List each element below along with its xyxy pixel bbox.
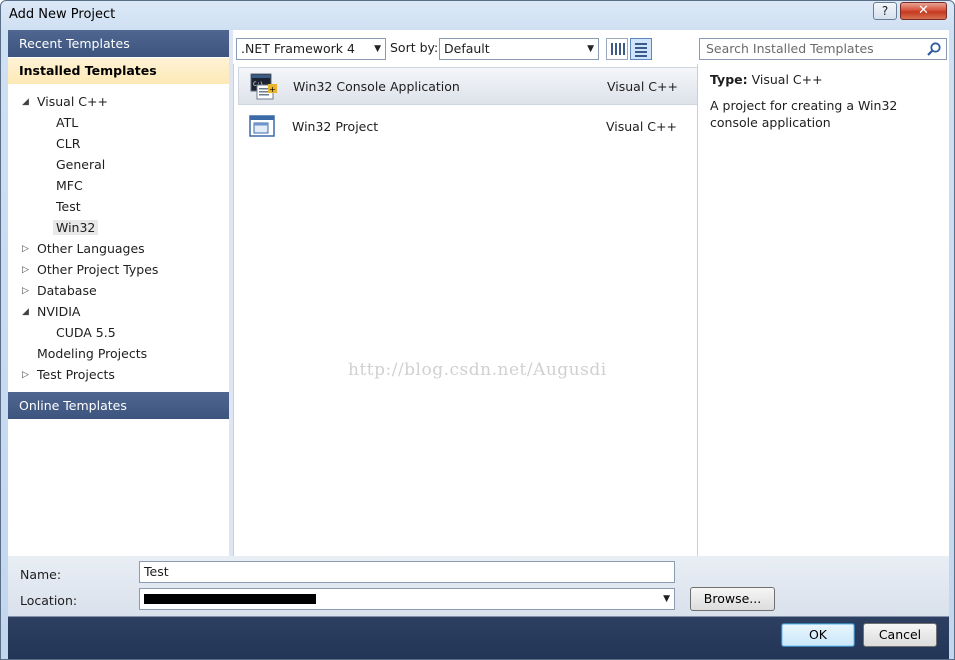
type-value: Visual C++ [751,72,823,87]
template-language: Visual C++ [607,79,678,94]
tree-item-label: CUDA 5.5 [56,325,116,340]
collapsed-arrow-icon[interactable]: ▷ [22,244,32,254]
ok-button[interactable]: OK [781,623,855,647]
location-label: Location: [20,593,78,608]
redacted-path [144,594,316,604]
tree-item-clr[interactable]: CLR [56,134,80,154]
template-win32-console[interactable]: C:\ + Win32 Console Application Visual C… [238,67,699,105]
online-templates-header[interactable]: Online Templates [8,392,229,419]
watermark: http://blog.csdn.net/Augusdi [348,360,607,380]
template-description-pane: Type: Visual C++ A project for creating … [697,64,949,556]
template-description: A project for creating a Win32 console a… [710,98,898,130]
collapsed-arrow-icon[interactable]: ▷ [22,265,32,275]
collapsed-arrow-icon[interactable]: ▷ [22,370,32,380]
tree-item-cuda[interactable]: CUDA 5.5 [56,323,116,343]
type-label: Type: [710,72,748,87]
help-button[interactable]: ? [873,2,897,20]
tree-item-nvidia[interactable]: ◢ NVIDIA [22,302,80,322]
tree-item-label: NVIDIA [37,304,81,319]
tree-item-modeling-projects[interactable]: Modeling Projects [37,344,147,364]
tree-item-label: MFC [56,178,83,193]
expanded-arrow-icon[interactable]: ◢ [22,97,32,107]
sort-by-label: Sort by: [390,40,439,55]
window-title: Add New Project [9,7,116,22]
tree-item-general[interactable]: General [56,155,105,175]
location-combo[interactable]: ▼ [139,588,675,610]
title-bar: Add New Project ? ✕ [1,1,954,29]
tree-item-win32[interactable]: Win32 [53,218,99,238]
small-icons-view-button[interactable] [606,38,628,60]
add-new-project-dialog: Add New Project ? ✕ Recent Templates Ins… [0,0,955,660]
browse-button[interactable]: Browse... [690,587,775,611]
tree-item-mfc[interactable]: MFC [56,176,83,196]
template-name: Win32 Project [292,119,379,134]
tree-item-other-project-types[interactable]: ▷ Other Project Types [22,260,158,280]
list-view-icon [635,43,647,45]
grid-view-icon [611,43,613,55]
tree-item-label: Other Project Types [37,262,159,277]
template-win32-project[interactable]: Win32 Project Visual C++ [238,108,699,146]
template-list: C:\ + Win32 Console Application Visual C… [233,64,699,556]
console-app-icon: C:\ + [250,73,277,100]
details-view-button[interactable] [630,38,652,60]
chevron-down-icon[interactable]: ▼ [663,589,670,609]
win32-project-icon [249,115,275,137]
tree-item-database[interactable]: ▷ Database [22,281,97,301]
framework-dropdown[interactable]: .NET Framework 4 ▼ [236,38,386,60]
search-placeholder: Search Installed Templates [706,41,874,56]
tree-item-label: Modeling Projects [37,346,148,361]
recent-templates-header[interactable]: Recent Templates [8,30,229,57]
sort-value: Default [444,41,490,56]
tree-item-label: Other Languages [37,241,145,256]
tree-item-label: Test Projects [37,367,115,382]
search-icon[interactable] [926,41,942,57]
name-input[interactable]: Test [139,561,675,583]
tree-item-label: Visual C++ [37,94,108,109]
tree-item-label: Test [56,199,81,214]
template-type: Type: Visual C++ [710,72,937,87]
collapsed-arrow-icon[interactable]: ▷ [22,286,32,296]
tree-item-label: Database [37,283,97,298]
close-button[interactable]: ✕ [900,2,947,20]
tree-item-visual-cpp[interactable]: ◢ Visual C++ [22,92,108,112]
template-sidebar: Recent Templates Installed Templates ◢ V… [8,30,229,556]
framework-value: .NET Framework 4 [241,41,355,56]
svg-text:+: + [269,85,276,94]
dialog-client: Recent Templates Installed Templates ◢ V… [8,30,949,659]
tree-item-test[interactable]: Test [56,197,81,217]
expanded-arrow-icon[interactable]: ◢ [22,307,32,317]
tree-item-test-projects[interactable]: ▷ Test Projects [22,365,115,385]
template-toolbar: .NET Framework 4 ▼ Sort by: Default ▼ Se… [233,30,949,64]
cancel-button[interactable]: Cancel [863,623,937,647]
tree-item-label: Win32 [53,220,99,235]
chevron-down-icon: ▼ [587,44,594,54]
sort-by-dropdown[interactable]: Default ▼ [439,38,599,60]
installed-templates-header[interactable]: Installed Templates [8,58,229,84]
search-input[interactable]: Search Installed Templates [699,38,947,60]
name-label: Name: [20,567,62,582]
tree-item-label: CLR [56,136,81,151]
tree-item-label: ATL [56,115,79,130]
template-language: Visual C++ [606,119,677,134]
tree-item-label: General [56,157,106,172]
tree-item-other-languages[interactable]: ▷ Other Languages [22,239,145,259]
chevron-down-icon: ▼ [374,44,381,54]
project-details-panel: Name: Test Location: ▼ Browse... OK Canc… [8,556,949,659]
tree-item-atl[interactable]: ATL [56,113,78,133]
template-name: Win32 Console Application [293,79,460,94]
name-value: Test [144,564,169,579]
